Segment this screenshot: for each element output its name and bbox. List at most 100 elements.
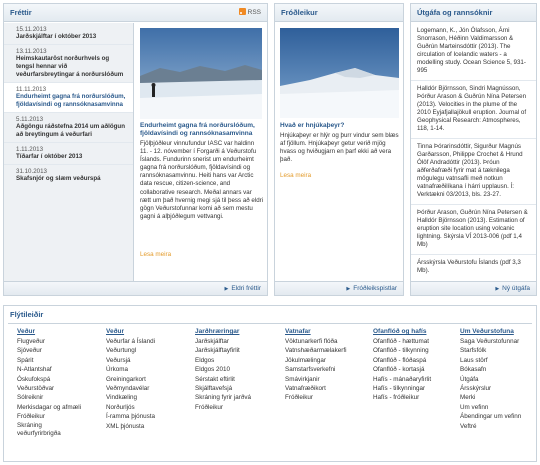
- news-read-more-link[interactable]: Lesa meira: [140, 251, 171, 258]
- publication-item[interactable]: Ársskýrsla Veðurstofu Íslands (pdf 3,3 M…: [411, 255, 536, 280]
- quick-link[interactable]: Skjálftavefsjá: [195, 384, 280, 393]
- quick-link[interactable]: Vindkæling: [106, 393, 186, 402]
- news-item[interactable]: 1.11.2013 Tíðarfar í október 2013: [4, 143, 133, 165]
- quick-link[interactable]: Ofanflóð - flóðaspá: [373, 356, 457, 365]
- quick-link[interactable]: Sólreiknir: [17, 393, 95, 402]
- quick-link[interactable]: Norðurljós: [106, 403, 186, 412]
- quick-link[interactable]: Í-ramma þjónusta: [106, 412, 186, 421]
- quick-link[interactable]: Hafís - tilkynningar: [373, 384, 457, 393]
- quick-link[interactable]: XML þjónusta: [106, 422, 186, 431]
- publication-item[interactable]: Logemann, K., Jón Ólafsson, Árni Snorras…: [411, 23, 536, 81]
- quick-link[interactable]: Ofanflóð - tilkynning: [373, 346, 457, 355]
- quick-link[interactable]: Vatnshæðarmælakerfi: [285, 346, 369, 355]
- news-date: 5.11.2013: [16, 116, 44, 123]
- quick-link[interactable]: Saga Veðurstofunnar: [460, 337, 536, 346]
- quick-link[interactable]: Bókasafn: [460, 365, 536, 374]
- fraedi-feature-title[interactable]: Hvað er hnjúkaþeyr?: [280, 122, 400, 130]
- quick-links-column-jardhraeringar: Jarðhræringar Jarðskjálftar Jarðskjálfta…: [195, 328, 280, 412]
- quick-link[interactable]: Fróðleikur: [285, 393, 369, 402]
- quick-link[interactable]: Spárit: [17, 356, 95, 365]
- new-publications-label: Ný útgáfa: [502, 285, 530, 292]
- news-item-active[interactable]: 11.11.2013 Endurheimt gagna frá norðursl…: [4, 83, 133, 113]
- quick-link[interactable]: Eldgos: [195, 356, 280, 365]
- quick-link[interactable]: Jarðskjálftar: [195, 337, 280, 346]
- column-heading[interactable]: Vatnafar: [285, 328, 369, 335]
- quick-link[interactable]: Fróðleikur: [17, 412, 95, 421]
- quick-link[interactable]: Merki: [460, 393, 536, 402]
- quick-link[interactable]: Ábendingar um vefinn: [460, 412, 536, 421]
- quick-link[interactable]: Úrkoma: [106, 365, 186, 374]
- quick-link[interactable]: Veðurfar á Íslandi: [106, 337, 186, 346]
- quick-link[interactable]: Veftré: [460, 422, 536, 431]
- fraedi-read-more-link[interactable]: Lesa meira: [280, 172, 311, 179]
- column-heading[interactable]: Ofanflóð og hafís: [373, 328, 457, 335]
- news-list: 15.11.2013 Jarðskjálftar í október 2013 …: [4, 23, 134, 281]
- news-date: 15.11.2013: [16, 26, 47, 33]
- quick-link[interactable]: Sjóveður: [17, 346, 95, 355]
- news-date: 31.10.2013: [16, 168, 47, 175]
- quick-link[interactable]: Flugveður: [17, 337, 95, 346]
- quick-link[interactable]: Jarðskjálftayfirlit: [195, 346, 280, 355]
- news-panel-header: Fréttir RSS: [4, 4, 267, 22]
- quick-link[interactable]: Jökulmælingar: [285, 356, 369, 365]
- quick-link[interactable]: Vatnafræðikort: [285, 384, 369, 393]
- quick-link[interactable]: Eldgos 2010: [195, 365, 280, 374]
- column-heading[interactable]: Jarðhræringar: [195, 328, 280, 335]
- fraedi-articles-link[interactable]: ▶ Fróðleikspistlar: [346, 285, 397, 292]
- quick-link[interactable]: Hafís - mánaðaryfirlit: [373, 375, 457, 384]
- quick-link[interactable]: Veðursjá: [106, 356, 186, 365]
- quick-link[interactable]: Samstarfsverkefni: [285, 365, 369, 374]
- quick-link[interactable]: Óskufokspá: [17, 375, 95, 384]
- news-title[interactable]: Heimskautaröst norðurhvels og tengsl hen…: [16, 55, 127, 79]
- rss-label: RSS: [247, 9, 261, 16]
- quick-link[interactable]: Ofanflóð - kortasjá: [373, 365, 457, 374]
- publication-item[interactable]: Halldór Björnsson, Sindri Magnússon, Þór…: [411, 81, 536, 139]
- pubs-panel-title: Útgáfa og rannsóknir: [417, 8, 493, 17]
- quick-link[interactable]: Smávirkjanir: [285, 375, 369, 384]
- column-heading[interactable]: Um Veðurstofuna: [460, 328, 536, 335]
- news-panel: Fréttir RSS 15.11.2013 Jarðskjálftar í o…: [3, 3, 268, 296]
- quick-link[interactable]: Skráning veðurfyrirbrigða: [17, 422, 79, 438]
- quick-link[interactable]: Starfsfólk: [460, 346, 536, 355]
- quick-link[interactable]: Um vefinn: [460, 403, 536, 412]
- older-news-label: Eldri fréttir: [231, 285, 261, 292]
- news-item[interactable]: 15.11.2013 Jarðskjálftar í október 2013: [4, 23, 133, 45]
- news-feature-image[interactable]: [140, 28, 262, 119]
- news-item[interactable]: 31.10.2013 Skafsnjór og slæm veðurspá: [4, 165, 133, 186]
- news-title[interactable]: Skafsnjór og slæm veðurspá: [16, 175, 127, 183]
- snow-landscape-image: [140, 28, 262, 119]
- quick-link[interactable]: Merkisdagar og afmæli: [17, 403, 95, 412]
- rss-link[interactable]: RSS: [238, 4, 261, 22]
- publication-item[interactable]: Tinna Þórarinsdóttir, Sigurður Magnús Ga…: [411, 139, 536, 205]
- news-title[interactable]: Endurheimt gagna frá norðurslóðum, fjöld…: [16, 93, 127, 109]
- fraedi-feature-text: Hnjúkaþeyr er hlýr og þurr vindur sem bl…: [280, 132, 399, 164]
- quick-link[interactable]: Fróðleikur: [195, 403, 280, 412]
- news-title[interactable]: Tíðarfar í október 2013: [16, 153, 127, 161]
- quick-link[interactable]: Skráning fyrir jarðvá: [195, 393, 280, 402]
- fraedi-feature-image[interactable]: [280, 28, 399, 118]
- quick-link[interactable]: Greiningarkort: [106, 375, 186, 384]
- quick-link[interactable]: Veðmyndavélar: [106, 384, 186, 393]
- quick-link[interactable]: Laus störf: [460, 356, 536, 365]
- quick-link[interactable]: Ofanflóð - hættumat: [373, 337, 457, 346]
- column-heading[interactable]: Veður: [106, 328, 186, 335]
- news-date: 11.11.2013: [16, 86, 47, 93]
- quick-link[interactable]: Vöktunarkerfi flóða: [285, 337, 369, 346]
- publication-item[interactable]: Þórður Arason, Guðrún Nína Petersen & Ha…: [411, 205, 536, 255]
- new-publications-link[interactable]: ▶ Ný útgáfa: [495, 285, 530, 292]
- news-item[interactable]: 5.11.2013 Aðgöngu ráðstefna 2014 um aðlö…: [4, 113, 133, 143]
- quick-link[interactable]: Sérstakt eftirlit: [195, 375, 280, 384]
- quick-link[interactable]: Hafís - fróðleikur: [373, 393, 457, 402]
- column-heading[interactable]: Veður: [17, 328, 95, 335]
- quick-link[interactable]: Útgáfa: [460, 375, 536, 384]
- news-feature-title[interactable]: Endurheimt gagna frá norðurslóðum, fjöld…: [140, 122, 264, 138]
- news-item[interactable]: 13.11.2013 Heimskautaröst norðurhvels og…: [4, 45, 133, 83]
- quick-links-divider: [8, 323, 532, 324]
- quick-link[interactable]: N-Atlantshaf: [17, 365, 95, 374]
- quick-link[interactable]: Veðurtungl: [106, 346, 186, 355]
- news-title[interactable]: Aðgöngu ráðstefna 2014 um aðlögun að bre…: [16, 123, 127, 139]
- news-title[interactable]: Jarðskjálftar í október 2013: [16, 33, 127, 41]
- quick-link[interactable]: Veðurstöðvar: [17, 384, 95, 393]
- older-news-link[interactable]: ▶ Eldri fréttir: [225, 285, 261, 292]
- quick-link[interactable]: Ársskýrslur: [460, 384, 536, 393]
